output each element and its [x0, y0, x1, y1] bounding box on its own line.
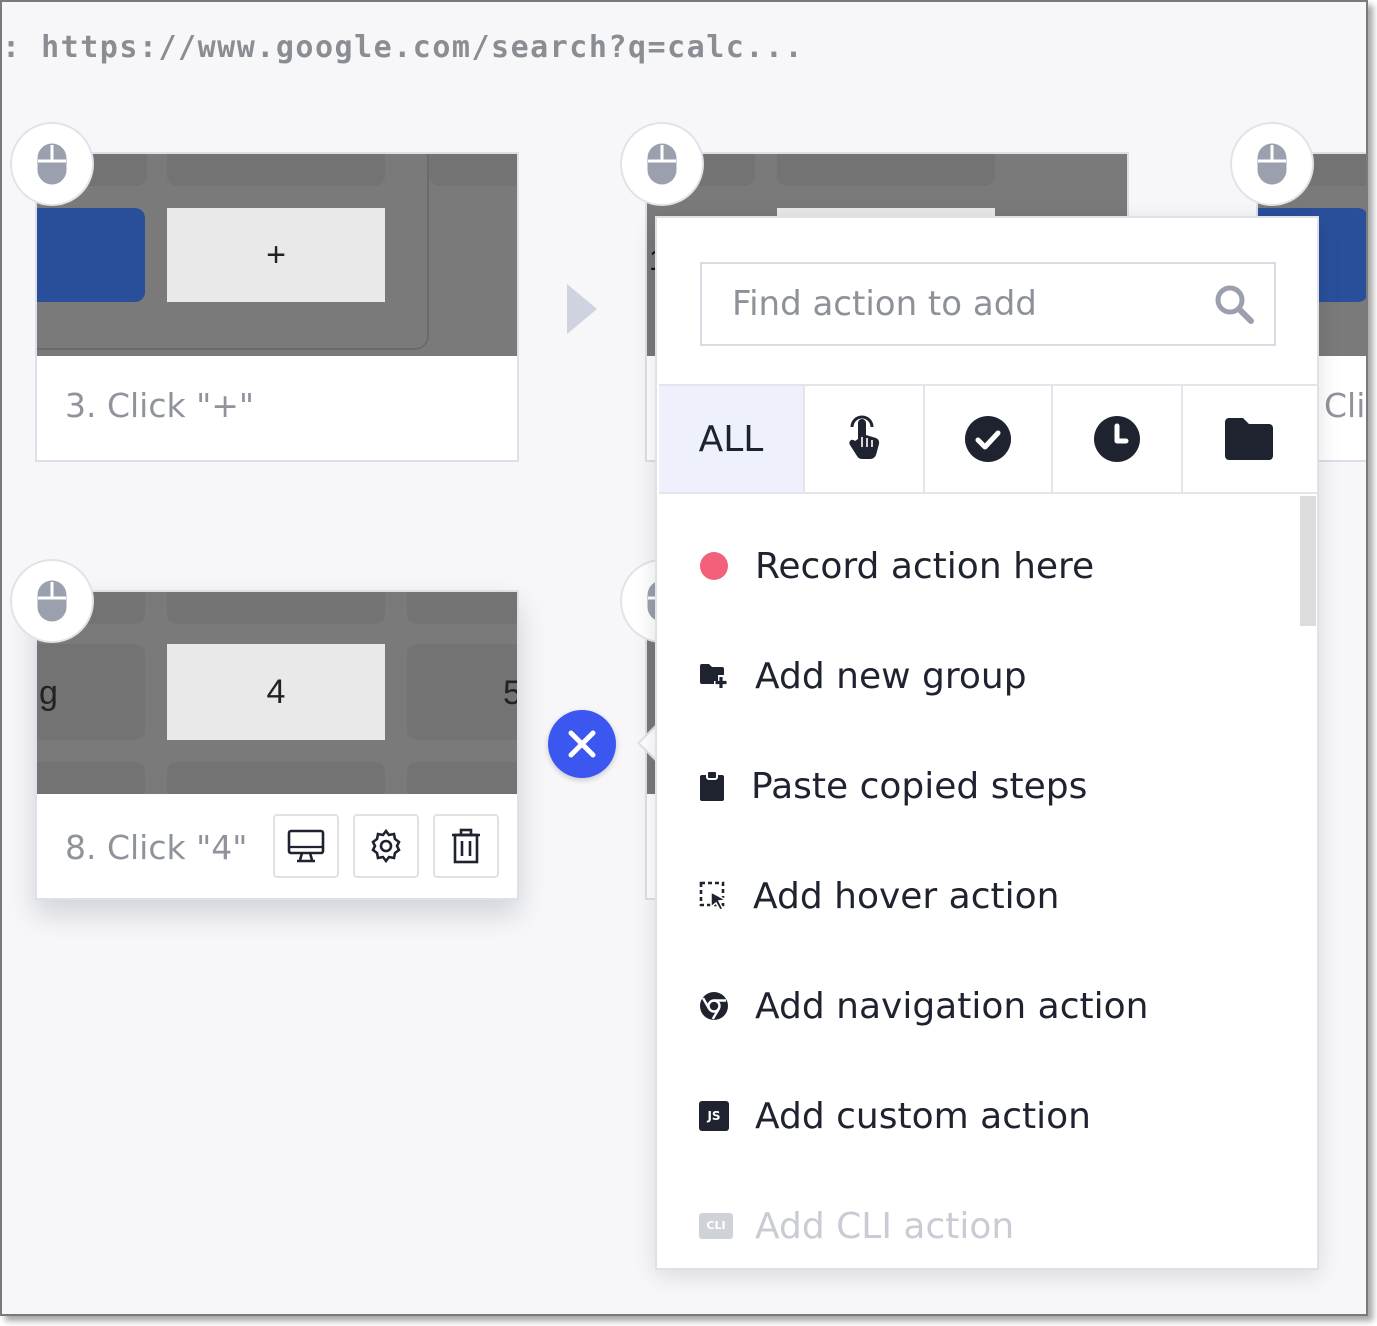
js-icon: JS: [699, 1101, 735, 1131]
step-screenshot: +: [37, 154, 517, 356]
clipboard-icon: [699, 770, 735, 802]
tab-waits[interactable]: [1053, 386, 1183, 492]
step-screenshot: 4 g 5: [37, 592, 517, 794]
clock-icon: [1094, 416, 1140, 462]
action-label: Add CLI action: [755, 1205, 1015, 1247]
click-step-badge: [1230, 122, 1314, 206]
calc-key: [407, 592, 517, 624]
add-cli-item[interactable]: CLI Add CLI action: [699, 1196, 1014, 1256]
action-label: Paste copied steps: [751, 765, 1088, 807]
calc-key: [167, 592, 385, 624]
action-label: Add navigation action: [755, 985, 1149, 1027]
step-caption: Cli: [1324, 386, 1366, 425]
mouse-icon: [37, 143, 67, 185]
calc-key: [429, 154, 517, 186]
tab-groups[interactable]: [1183, 386, 1315, 492]
record-dot-icon: [699, 551, 735, 581]
click-step-badge: [10, 122, 94, 206]
step-caption: 8. Click "4": [65, 828, 248, 867]
tab-all[interactable]: ALL: [659, 386, 805, 492]
view-screenshot-button[interactable]: [273, 814, 339, 878]
gear-icon: [371, 828, 401, 864]
cli-icon: CLI: [699, 1213, 735, 1239]
add-action-popup: ALL Record action here Add new grou: [655, 216, 1319, 1270]
calc-key: [407, 644, 517, 740]
tab-interactions[interactable]: [805, 386, 925, 492]
action-label: Add new group: [755, 655, 1027, 697]
search-box: [700, 262, 1276, 346]
tab-assertions[interactable]: [925, 386, 1053, 492]
add-hover-item[interactable]: Add hover action: [699, 866, 1060, 926]
mouse-icon: [37, 580, 67, 622]
folder-icon: [1225, 418, 1273, 460]
tab-all-label: ALL: [698, 418, 764, 460]
action-label: Add custom action: [755, 1095, 1091, 1137]
action-filter-tabs: ALL: [659, 384, 1317, 494]
step-caption: 3. Click "+": [65, 386, 255, 425]
calc-key: [407, 762, 517, 794]
mouse-icon: [647, 143, 677, 185]
step-settings-button[interactable]: [353, 814, 419, 878]
add-navigation-item[interactable]: Add navigation action: [699, 976, 1148, 1036]
action-list-scrollbar[interactable]: [1300, 496, 1316, 626]
step-card-8[interactable]: 4 g 5 8. Click "4": [35, 590, 519, 900]
record-action-item[interactable]: Record action here: [699, 536, 1094, 596]
hover-cursor-icon: [699, 881, 735, 911]
step-card-3[interactable]: + 3. Click "+": [35, 152, 519, 462]
calc-key-4: 4: [167, 644, 385, 740]
trash-icon: [452, 828, 480, 864]
add-custom-item[interactable]: JS Add custom action: [699, 1086, 1091, 1146]
action-label: Record action here: [755, 545, 1095, 587]
canvas: : https://www.google.com/search?q=calc..…: [0, 0, 1368, 1316]
flow-arrow-icon: [567, 284, 597, 334]
check-circle-icon: [965, 416, 1011, 462]
chrome-icon: [699, 991, 735, 1021]
calc-panel-outline: [37, 154, 429, 350]
hand-pointer-icon: [849, 415, 880, 460]
close-icon: [568, 730, 596, 758]
paste-steps-item[interactable]: Paste copied steps: [699, 756, 1087, 816]
calc-key-label: 5: [503, 674, 517, 713]
click-step-badge: [10, 559, 94, 643]
calc-key: [37, 762, 145, 794]
close-insert-menu-button[interactable]: [548, 710, 616, 778]
calc-key: [777, 154, 995, 186]
desktop-icon: [287, 829, 325, 863]
search-icon[interactable]: [1212, 282, 1256, 326]
calc-key: [167, 762, 385, 794]
add-group-item[interactable]: Add new group: [699, 646, 1027, 706]
find-action-input[interactable]: [702, 264, 1274, 344]
folder-plus-icon: [699, 662, 735, 690]
action-label: Add hover action: [753, 875, 1060, 917]
mouse-icon: [1257, 143, 1287, 185]
click-step-badge: [620, 122, 704, 206]
delete-step-button[interactable]: [433, 814, 499, 878]
action-list: Record action here Add new group Paste c…: [657, 496, 1297, 1266]
step-url-label: : https://www.google.com/search?q=calc..…: [2, 30, 805, 65]
calc-key-label: g: [39, 674, 58, 712]
